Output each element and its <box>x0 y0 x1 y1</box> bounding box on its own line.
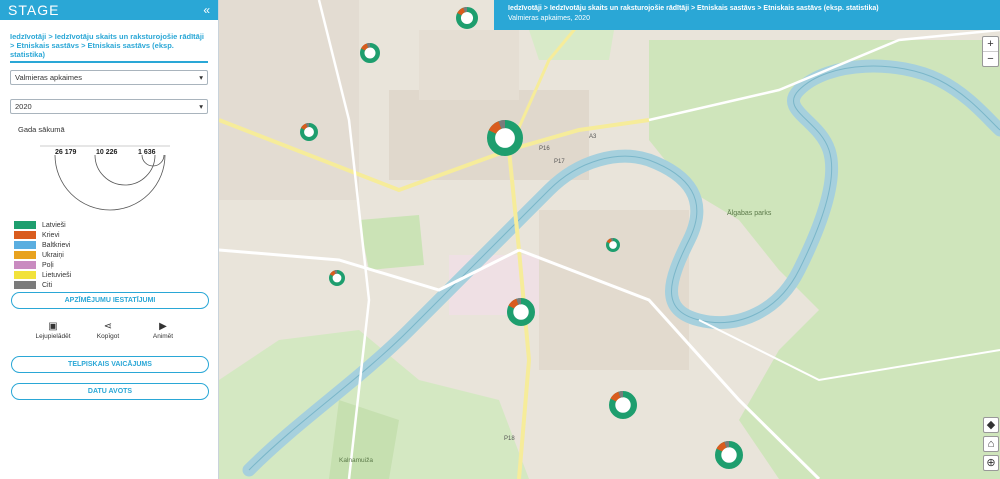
road-label: A3 <box>589 134 597 140</box>
road-label: P16 <box>539 146 550 152</box>
color-legend: Latvieši Krievi Baltkrievi Ukraiņi Poļi Lietu… <box>14 220 71 290</box>
size-legend-medium-arc <box>94 154 156 186</box>
animate-button[interactable]: ▶ Animēt <box>138 320 188 340</box>
play-icon: ▶ <box>159 321 167 332</box>
donut-marker[interactable] <box>714 440 743 470</box>
legend-item: Ukraiņi <box>14 250 71 260</box>
donut-marker[interactable] <box>605 237 621 252</box>
legend-swatch <box>14 261 36 269</box>
map-label-area: Kalnamuiža <box>339 457 373 464</box>
map-title-path: Iedzīvotāji > Iedzīvotāju skaits un raks… <box>508 5 879 12</box>
zoom-out-button[interactable]: − <box>983 51 998 66</box>
legend-item: Baltkrievi <box>14 240 71 250</box>
legend-label: Baltkrievi <box>42 241 71 249</box>
legend-swatch <box>14 221 36 229</box>
legend-item: Krievi <box>14 230 71 240</box>
locate-icon[interactable]: ⊕ <box>983 455 999 471</box>
share-button[interactable]: ⋖ Kopīgot <box>83 320 133 340</box>
park-area <box>359 215 424 270</box>
size-legend-large-value: 26 179 <box>55 149 77 156</box>
donut-marker[interactable] <box>328 269 346 286</box>
size-legend: 26 179 10 226 1 636 <box>40 145 170 211</box>
spatial-query-button[interactable]: TELPISKAIS VAICĀJUMS <box>11 356 209 373</box>
year-select[interactable]: 2020 ▾ <box>10 99 208 114</box>
symbol-settings-button[interactable]: APZĪMĒJUMU IESTATĪJUMI <box>11 292 209 309</box>
legend-label: Lietuvieši <box>42 271 72 279</box>
road-label: P17 <box>554 159 565 165</box>
map-canvas[interactable]: Ālgabas parks Kalnamuiža P16 P17 P18 A3 <box>219 0 1000 479</box>
road-label: P18 <box>504 436 515 442</box>
legend-item: Poļi <box>14 260 71 270</box>
chevron-down-icon: ▾ <box>199 102 203 111</box>
share-icon: ⋖ <box>103 321 113 332</box>
urban-block <box>419 30 519 100</box>
layers-icon[interactable]: ◆ <box>983 417 999 433</box>
size-legend-small-value: 1 636 <box>138 149 156 156</box>
toolbar: ▣ Lejupielādēt ⋖ Kopīgot ▶ Animēt <box>28 320 188 340</box>
donut-marker[interactable] <box>486 120 524 157</box>
size-legend-medium-value: 10 226 <box>96 149 118 156</box>
download-button[interactable]: ▣ Lejupielādēt <box>28 320 78 340</box>
donut-marker[interactable] <box>506 297 535 327</box>
map-controls: ◆ ⌂ ⊕ <box>983 417 999 474</box>
region-select[interactable]: Valmieras apkaimes ▾ <box>10 70 208 85</box>
legend-label: Citi <box>42 281 53 289</box>
legend-label: Ukraiņi <box>42 251 64 259</box>
data-source-button[interactable]: DATU AVOTS <box>11 383 209 400</box>
legend-item: Citi <box>14 280 71 290</box>
donut-marker[interactable] <box>360 43 380 63</box>
map-title-bar: Iedzīvotāji > Iedzīvotāju skaits un raks… <box>494 0 1000 30</box>
basemap[interactable]: Ālgabas parks Kalnamuiža P16 P17 P18 A3 <box>219 0 1000 479</box>
chevron-down-icon: ▾ <box>199 73 203 82</box>
donut-marker[interactable] <box>300 122 319 142</box>
breadcrumb[interactable]: Iedzīvotāji > Iedzīvotāju skaits un raks… <box>10 32 208 63</box>
app-title: STAGE <box>8 2 60 18</box>
legend-item: Lietuvieši <box>14 270 71 280</box>
legend-swatch <box>14 231 36 239</box>
legend-label: Krievi <box>42 231 60 239</box>
animate-label: Animēt <box>152 333 174 340</box>
period-label: Gada sākumā <box>18 125 65 134</box>
year-select-value: 2020 <box>15 102 32 111</box>
sidebar-panel: STAGE « Iedzīvotāji > Iedzīvotāju skaits… <box>0 0 219 479</box>
share-label: Kopīgot <box>96 333 120 340</box>
legend-swatch <box>14 241 36 249</box>
zoom-in-button[interactable]: + <box>983 37 998 51</box>
donut-marker[interactable] <box>608 390 637 420</box>
region-select-value: Valmieras apkaimes <box>15 73 82 82</box>
home-icon[interactable]: ⌂ <box>983 436 999 452</box>
app-header: STAGE « <box>0 0 218 20</box>
legend-swatch <box>14 271 36 279</box>
legend-label: Poļi <box>42 261 54 269</box>
double-chevron-left-icon[interactable]: « <box>203 3 210 17</box>
download-icon: ▣ <box>48 321 58 332</box>
donut-marker[interactable] <box>456 6 479 29</box>
legend-item: Latvieši <box>14 220 71 230</box>
size-legend-small-arc <box>141 154 165 167</box>
legend-label: Latvieši <box>42 221 66 229</box>
legend-swatch <box>14 281 36 289</box>
legend-swatch <box>14 251 36 259</box>
map-subtitle: Valmieras apkaimes, 2020 <box>508 15 590 22</box>
download-label: Lejupielādēt <box>35 333 71 340</box>
zoom-control: + − <box>982 36 999 67</box>
map-label-park: Ālgabas parks <box>727 209 772 217</box>
size-legend-large-arc <box>54 154 166 211</box>
urban-block <box>219 0 359 200</box>
